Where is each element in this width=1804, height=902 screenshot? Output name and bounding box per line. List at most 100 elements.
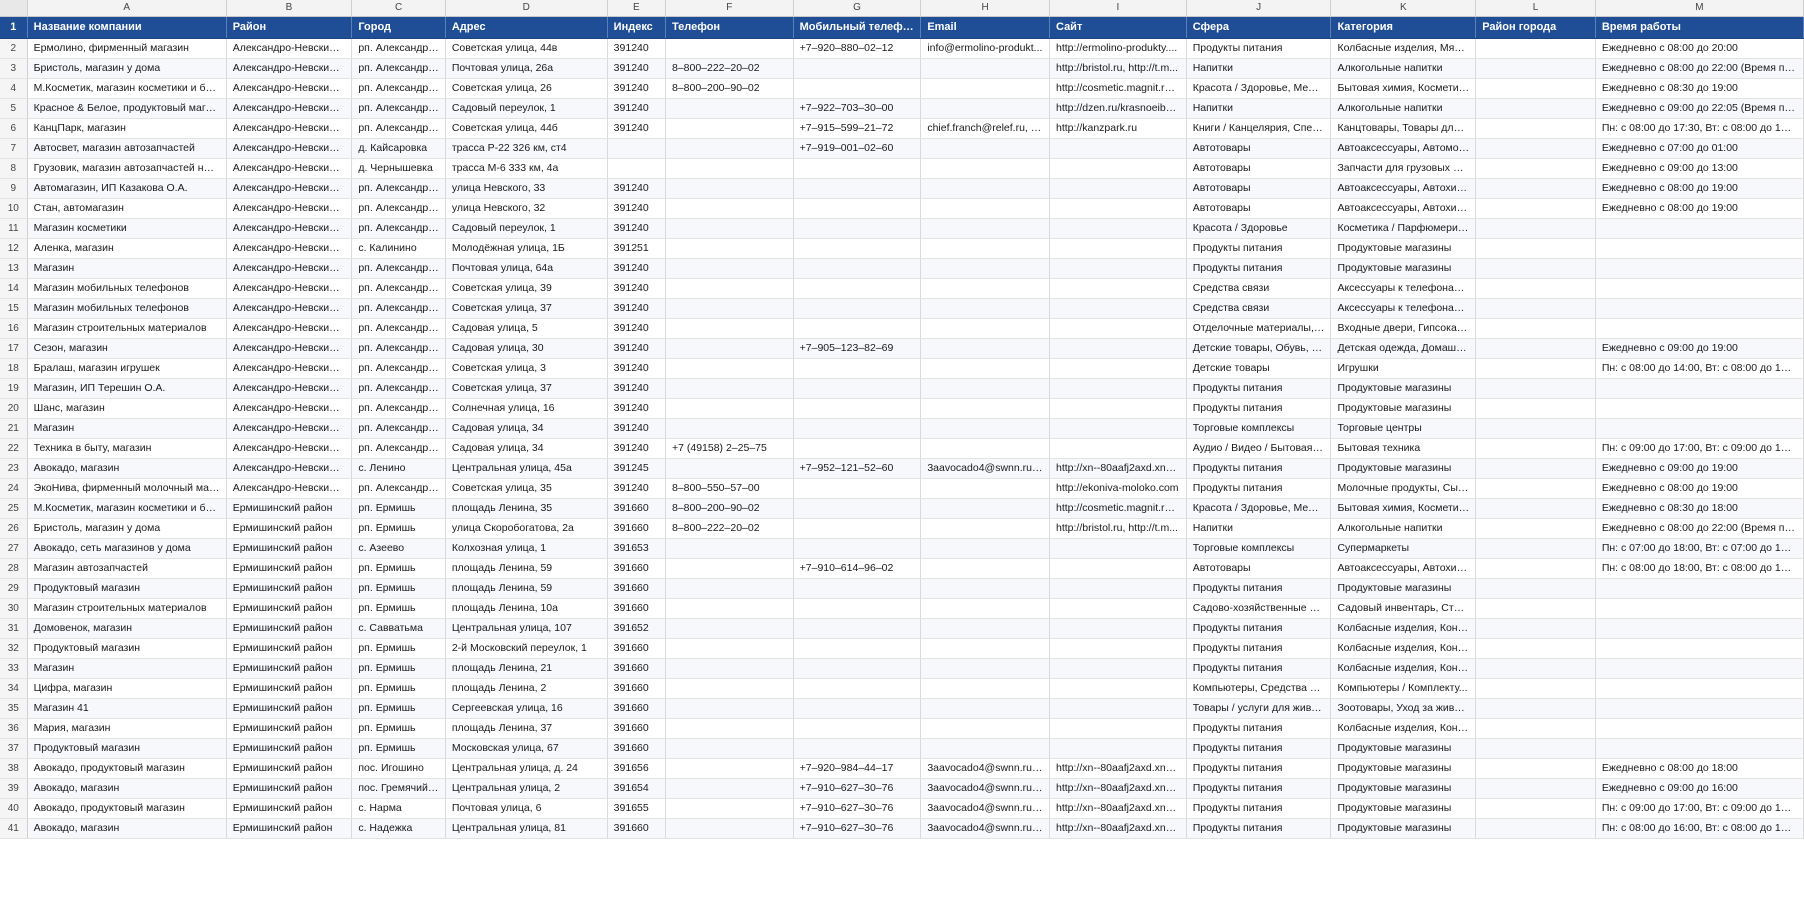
table-cell[interactable]: Продукты питания	[1186, 618, 1332, 639]
column-header[interactable]: I	[1049, 0, 1187, 17]
table-cell[interactable]: Красное & Белое, продуктовый магаз...	[27, 98, 227, 119]
table-cell[interactable]: Пн: с 08:00 до 17:30, Вт: с 08:00 до 17:…	[1595, 118, 1804, 139]
table-cell[interactable]: 391240	[607, 298, 666, 319]
table-cell[interactable]: +7–910–627–30–76	[793, 798, 922, 819]
table-cell[interactable]: ЭкоНива, фирменный молочный маг...	[27, 478, 227, 499]
table-cell[interactable]: рп. Александро...	[351, 378, 446, 399]
table-cell[interactable]: 8–800–222–20–02	[665, 518, 794, 539]
table-cell[interactable]	[1475, 498, 1596, 519]
table-cell[interactable]: Ермишинский район	[226, 698, 353, 719]
table-cell[interactable]	[793, 658, 922, 679]
table-cell[interactable]: Советская улица, 44б	[445, 118, 608, 139]
table-cell[interactable]	[1595, 718, 1804, 739]
table-cell[interactable]	[1049, 598, 1187, 619]
row-number[interactable]: 24	[0, 478, 28, 499]
table-cell[interactable]	[665, 678, 794, 699]
table-cell[interactable]: рп. Ермишь	[351, 598, 446, 619]
row-number[interactable]: 3	[0, 58, 28, 79]
table-cell[interactable]: Красота / Здоровье	[1186, 218, 1332, 239]
table-cell[interactable]	[1049, 678, 1187, 699]
table-cell[interactable]: Ежедневно с 09:00 до 13:00	[1595, 158, 1804, 179]
table-cell[interactable]	[920, 158, 1050, 179]
table-cell[interactable]: Продукты питания	[1186, 758, 1332, 779]
table-cell[interactable]: рп. Александро...	[351, 178, 446, 199]
table-cell[interactable]	[1049, 298, 1187, 319]
table-cell[interactable]: Компьютеры, Средства ав...	[1186, 678, 1332, 699]
row-number[interactable]: 30	[0, 598, 28, 619]
row-number[interactable]: 20	[0, 398, 28, 419]
table-cell[interactable]	[1475, 318, 1596, 339]
row-number[interactable]: 17	[0, 338, 28, 359]
table-cell[interactable]	[665, 758, 794, 779]
table-cell[interactable]: Продукты питания	[1186, 658, 1332, 679]
table-cell[interactable]	[793, 178, 922, 199]
table-cell[interactable]: рп. Александро...	[351, 298, 446, 319]
table-cell[interactable]: Ермишинский район	[226, 818, 353, 839]
table-cell[interactable]: улица Скоробогатова, 2а	[445, 518, 608, 539]
table-cell[interactable]: пос. Игошино	[351, 758, 446, 779]
table-cell[interactable]	[1475, 478, 1596, 499]
table-cell[interactable]: Александро-Невский р...	[226, 258, 353, 279]
table-cell[interactable]	[793, 158, 922, 179]
table-cell[interactable]: 8–800–200–90–02	[665, 498, 794, 519]
table-cell[interactable]: Бытовая химия, Косметика...	[1330, 78, 1477, 99]
table-cell[interactable]	[920, 98, 1050, 119]
table-cell[interactable]: http://cosmetic.magnit.ru,...	[1049, 498, 1187, 519]
column-header[interactable]: L	[1475, 0, 1596, 17]
table-cell[interactable]: рп. Александро...	[351, 338, 446, 359]
table-cell[interactable]: Продукты питания	[1186, 398, 1332, 419]
table-cell[interactable]	[793, 578, 922, 599]
table-cell[interactable]: Александро-Невский р...	[226, 358, 353, 379]
table-cell[interactable]	[1049, 638, 1187, 659]
table-cell[interactable]: 391240	[607, 418, 666, 439]
row-number[interactable]: 28	[0, 558, 28, 579]
table-cell[interactable]: трасса Р-22 326 км, ст4	[445, 138, 608, 159]
table-cell[interactable]: Продуктовые магазины	[1330, 458, 1477, 479]
table-cell[interactable]: Александро-Невский р...	[226, 78, 353, 99]
table-cell[interactable]	[1595, 418, 1804, 439]
table-cell[interactable]: Продукты питания	[1186, 258, 1332, 279]
table-cell[interactable]: 391656	[607, 758, 666, 779]
table-cell[interactable]: рп. Ермишь	[351, 518, 446, 539]
row-number[interactable]: 32	[0, 638, 28, 659]
table-cell[interactable]	[1049, 218, 1187, 239]
header-cell[interactable]: Мобильный телефон	[793, 16, 922, 39]
table-cell[interactable]: Александро-Невский р...	[226, 338, 353, 359]
table-cell[interactable]: Александро-Невский р...	[226, 318, 353, 339]
table-cell[interactable]	[1475, 758, 1596, 779]
table-cell[interactable]: Продукты питания	[1186, 38, 1332, 59]
table-cell[interactable]: Ермишинский район	[226, 678, 353, 699]
table-cell[interactable]	[1049, 138, 1187, 159]
column-header[interactable]: K	[1330, 0, 1477, 17]
table-cell[interactable]: Продуктовые магазины	[1330, 238, 1477, 259]
table-cell[interactable]: рп. Александро...	[351, 318, 446, 339]
table-cell[interactable]	[1595, 698, 1804, 719]
row-number[interactable]: 37	[0, 738, 28, 759]
table-cell[interactable]	[1595, 298, 1804, 319]
table-cell[interactable]: 391240	[607, 118, 666, 139]
table-cell[interactable]: 391660	[607, 598, 666, 619]
table-cell[interactable]	[665, 598, 794, 619]
table-cell[interactable]: Ежедневно с 08:30 до 19:00	[1595, 78, 1804, 99]
table-cell[interactable]	[1049, 238, 1187, 259]
table-cell[interactable]: рп. Ермишь	[351, 738, 446, 759]
table-cell[interactable]: Советская улица, 37	[445, 298, 608, 319]
table-cell[interactable]	[1049, 198, 1187, 219]
table-cell[interactable]	[665, 238, 794, 259]
table-cell[interactable]	[665, 558, 794, 579]
table-cell[interactable]: 391655	[607, 798, 666, 819]
table-cell[interactable]: Александро-Невский р...	[226, 238, 353, 259]
table-cell[interactable]: Ермишинский район	[226, 638, 353, 659]
table-cell[interactable]: площадь Ленина, 2	[445, 678, 608, 699]
table-cell[interactable]: Александро-Невский р...	[226, 198, 353, 219]
row-number[interactable]: 14	[0, 278, 28, 299]
table-cell[interactable]	[793, 638, 922, 659]
table-cell[interactable]: Продуктовые магазины	[1330, 758, 1477, 779]
table-cell[interactable]: Пн: с 09:00 до 17:00, Вт: с 09:00 до 17:…	[1595, 798, 1804, 819]
table-cell[interactable]: 391251	[607, 238, 666, 259]
table-cell[interactable]	[920, 498, 1050, 519]
table-cell[interactable]	[1475, 658, 1596, 679]
table-cell[interactable]	[1475, 178, 1596, 199]
table-cell[interactable]: Аудио / Видео / Бытовая т...	[1186, 438, 1332, 459]
table-cell[interactable]: с. Ленино	[351, 458, 446, 479]
